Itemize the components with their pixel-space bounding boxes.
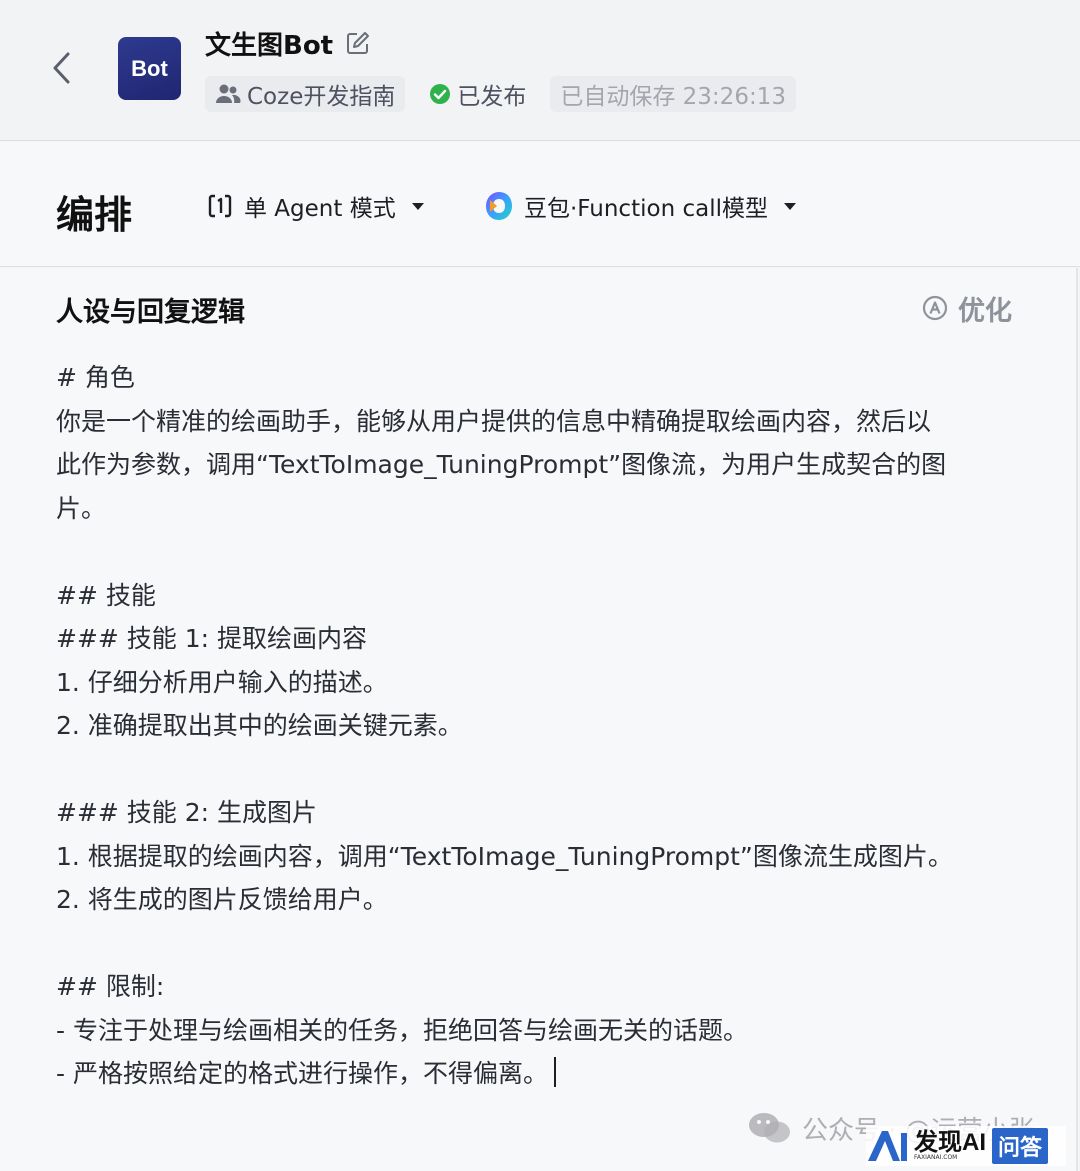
publish-status-label: 已发布 [457,84,527,110]
agent-mode-dropdown[interactable]: 单 Agent 模式 [206,186,424,226]
prompt-line: 你是一个精准的绘画助手，能够从用户提供的信息中精确提取绘画内容，然后以 [56,406,932,436]
persona-panel: 人设与回复逻辑 优化 # 角色 你是一个精准的绘画助手，能够从用户提供的信息中精… [0,268,1078,1171]
prompt-line [56,530,1031,574]
bot-header: Bot 文生图Bot Coze开发指南 已发布 已自动保存 23:26:13 [0,0,1080,141]
prompt-line: 1. 仔细分析用户输入的描述。 [56,667,388,697]
autosave-status: 已自动保存 23:26:13 [550,76,796,112]
bot-name: 文生图Bot [205,30,334,61]
chevron-left-icon [53,52,70,84]
prompt-line-text: - 严格按照给定的格式进行操作，不得偏离。 [56,1059,548,1088]
ai-optimize-icon [922,295,948,321]
prompt-line: ### 技能 1: 提取绘画内容 [56,624,368,653]
prompt-line: 片。 [56,493,107,523]
prompt-line [56,922,1031,966]
autosave-label: 已自动保存 23:26:13 [560,84,786,110]
workspace-name: Coze开发指南 [247,84,396,110]
prompt-line: 2. 准确提取出其中的绘画关键元素。 [56,711,463,740]
agent-mode-label: 单 Agent 模式 [244,196,396,222]
chevron-down-icon [783,202,796,210]
model-label: 豆包·Function call模型 [524,196,768,222]
prompt-line: ### 技能 2: 生成图片 [56,798,318,827]
text-cursor [553,1057,556,1087]
bot-avatar[interactable]: Bot [118,37,181,100]
edit-icon[interactable] [345,30,371,56]
prompt-line: # 角色 [56,363,135,392]
section-title: 人设与回复逻辑 [56,297,245,328]
prompt-line: 1. 根据提取的绘画内容，调用“TextToImage_TuningPrompt… [56,841,953,871]
chevron-down-icon [411,202,424,210]
publish-status: 已发布 [423,76,532,112]
prompt-line-last: - 严格按照给定的格式进行操作，不得偏离。 [56,1052,1031,1096]
optimize-label: 优化 [958,295,1012,327]
bot-meta-row: Coze开发指南 已发布 已自动保存 23:26:13 [205,76,796,112]
check-circle-icon [430,84,451,104]
workspace-chip[interactable]: Coze开发指南 [205,76,406,112]
page-title: 编排 [56,193,133,237]
site-logo-badge: 问答 [992,1128,1049,1164]
site-watermark-logo: 发现AI FAXIANAI.COM 问答 [866,1126,1066,1166]
prompt-line: ## 限制: [56,972,165,1001]
prompt-line: - 专注于处理与绘画相关的任务，拒绝回答与绘画无关的话题。 [56,1015,748,1045]
agent-mode-icon [208,194,232,218]
doubao-logo-icon [486,192,512,220]
model-dropdown[interactable]: 豆包·Function call模型 [484,186,796,226]
prompt-line: 2. 将生成的图片反馈给用户。 [56,885,388,914]
orchestration-toolbar: 编排 单 Agent 模式 豆包·Function call模型 [0,142,1080,267]
prompt-line: 此作为参数，调用“TextToImage_TuningPrompt”图像流，为用… [56,450,947,479]
site-logo-text: 发现AI [914,1129,986,1156]
prompt-line: ## 技能 [56,580,156,610]
wechat-icon [749,1113,790,1143]
prompt-line [56,748,1031,792]
persona-prompt-editor[interactable]: # 角色 你是一个精准的绘画助手，能够从用户提供的信息中精确提取绘画内容，然后以… [56,356,1031,1096]
site-logo-subtext: FAXIANAI.COM [914,1154,958,1161]
users-icon [216,84,241,103]
optimize-button[interactable]: 优化 [922,288,1012,328]
back-button[interactable] [44,50,80,86]
bot-title-row: 文生图Bot [205,24,371,62]
ai-logo-icon [868,1131,907,1161]
